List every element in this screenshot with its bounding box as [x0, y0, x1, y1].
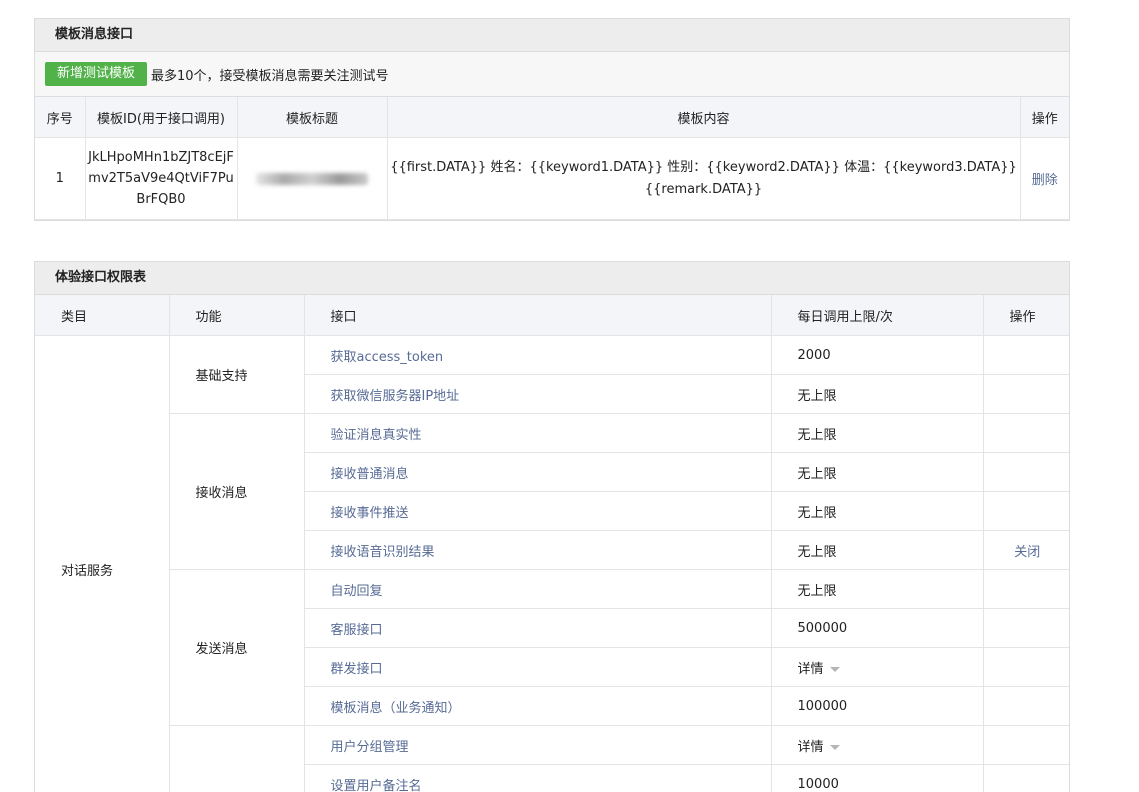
blurred-title-image: [256, 172, 368, 185]
limit-details-cell[interactable]: 详情: [771, 647, 984, 687]
col-header-template-content: 模板内容: [387, 97, 1021, 138]
col-header-category: 类目: [35, 295, 170, 336]
api-link[interactable]: 客服接口: [331, 623, 383, 638]
api-link[interactable]: 用户分组管理: [331, 740, 409, 755]
template-panel: 模板消息接口 新增测试模板 最多10个，接受模板消息需要关注测试号 序号 模板I…: [34, 18, 1070, 221]
template-panel-title: 模板消息接口: [35, 19, 1069, 52]
col-header-template-title: 模板标题: [237, 97, 388, 138]
row-index: 1: [35, 137, 86, 220]
api-link[interactable]: 验证消息真实性: [331, 428, 422, 443]
table-row: 对话服务 基础支持 获取access_token 2000: [35, 335, 1069, 792]
api-link[interactable]: 模板消息（业务通知）: [331, 701, 461, 716]
api-link[interactable]: 自动回复: [331, 584, 383, 599]
limit-value: 无上限: [771, 452, 984, 492]
chevron-down-icon[interactable]: [829, 744, 840, 750]
col-header-daily-limit: 每日调用上限/次: [771, 295, 984, 336]
row-template-title: [237, 137, 388, 220]
table-row: 用户分组管理 详情: [35, 725, 1069, 792]
limit-value: 100000: [771, 686, 984, 726]
table-row: 1 JkLHpoMHn1bZJT8cEjFmv2T5aV9e4QtViF7PuB…: [35, 137, 1069, 220]
api-link[interactable]: 获取微信服务器IP地址: [331, 389, 460, 404]
limit-value: 无上限: [771, 413, 984, 453]
col-header-op: 操作: [983, 295, 1069, 336]
row-action-cell: 删除: [1020, 137, 1069, 220]
limit-value: 10000: [771, 764, 984, 792]
add-test-template-button[interactable]: 新增测试模板: [45, 62, 148, 86]
limit-value: 2000: [771, 335, 984, 375]
api-link[interactable]: 群发接口: [331, 662, 383, 677]
col-header-action: 操作: [1020, 97, 1069, 138]
function-user-management: [169, 725, 305, 792]
col-header-api: 接口: [304, 295, 772, 336]
api-link[interactable]: 接收事件推送: [331, 506, 409, 521]
template-table: 序号 模板ID(用于接口调用) 模板标题 模板内容 操作 1 JkLHpoMHn…: [35, 97, 1069, 220]
limit-details-cell[interactable]: 详情: [771, 725, 984, 765]
category-cell: 对话服务: [35, 335, 170, 792]
op-cell: [983, 725, 1069, 765]
permission-panel: 体验接口权限表 类目 功能 接口 每日调用上限/次 操作 对话服务 基础支持 获…: [34, 261, 1070, 792]
delete-link[interactable]: 删除: [1032, 173, 1058, 188]
close-link[interactable]: 关闭: [1014, 545, 1040, 560]
op-cell: [983, 413, 1069, 453]
chevron-down-icon[interactable]: [829, 666, 840, 672]
limit-value: 无上限: [771, 530, 984, 570]
op-cell: [983, 569, 1069, 609]
op-cell: [983, 335, 1069, 375]
op-cell: [983, 452, 1069, 492]
template-table-header: 序号 模板ID(用于接口调用) 模板标题 模板内容 操作: [35, 97, 1069, 138]
op-cell: [983, 647, 1069, 687]
col-header-function: 功能: [169, 295, 305, 336]
limit-value: 无上限: [771, 374, 984, 414]
api-link[interactable]: 接收普通消息: [331, 467, 409, 482]
row-template-content: {{first.DATA}} 姓名：{{keyword1.DATA}} 性别：{…: [387, 137, 1021, 220]
permission-table: 类目 功能 接口 每日调用上限/次 操作 对话服务 基础支持 获取access_…: [35, 295, 1069, 792]
details-dropdown[interactable]: 详情: [798, 662, 824, 677]
api-link[interactable]: 接收语音识别结果: [331, 545, 435, 560]
col-header-template-id: 模板ID(用于接口调用): [85, 97, 238, 138]
function-receive-message: 接收消息: [169, 413, 305, 570]
template-toolbar: 新增测试模板 最多10个，接受模板消息需要关注测试号: [35, 52, 1069, 97]
permission-panel-title: 体验接口权限表: [35, 262, 1069, 295]
limit-value: 500000: [771, 608, 984, 648]
op-cell: [983, 686, 1069, 726]
op-cell: [983, 491, 1069, 531]
op-cell: [983, 764, 1069, 792]
table-row: 接收消息 验证消息真实性 无上限: [35, 413, 1069, 570]
row-template-id: JkLHpoMHn1bZJT8cEjFmv2T5aV9e4QtViF7PuBrF…: [85, 137, 238, 220]
api-link[interactable]: 获取access_token: [331, 350, 444, 365]
function-basic-support: 基础支持: [169, 335, 305, 414]
permission-table-header: 类目 功能 接口 每日调用上限/次 操作: [35, 295, 1069, 336]
function-send-message: 发送消息: [169, 569, 305, 726]
op-cell: 关闭: [983, 530, 1069, 570]
op-cell: [983, 608, 1069, 648]
limit-value: 无上限: [771, 491, 984, 531]
op-cell: [983, 374, 1069, 414]
template-limit-note: 最多10个，接受模板消息需要关注测试号: [151, 68, 389, 84]
details-dropdown[interactable]: 详情: [798, 740, 824, 755]
limit-value: 无上限: [771, 569, 984, 609]
api-link[interactable]: 设置用户备注名: [331, 779, 422, 792]
col-header-index: 序号: [35, 97, 86, 138]
table-row: 发送消息 自动回复 无上限: [35, 569, 1069, 726]
